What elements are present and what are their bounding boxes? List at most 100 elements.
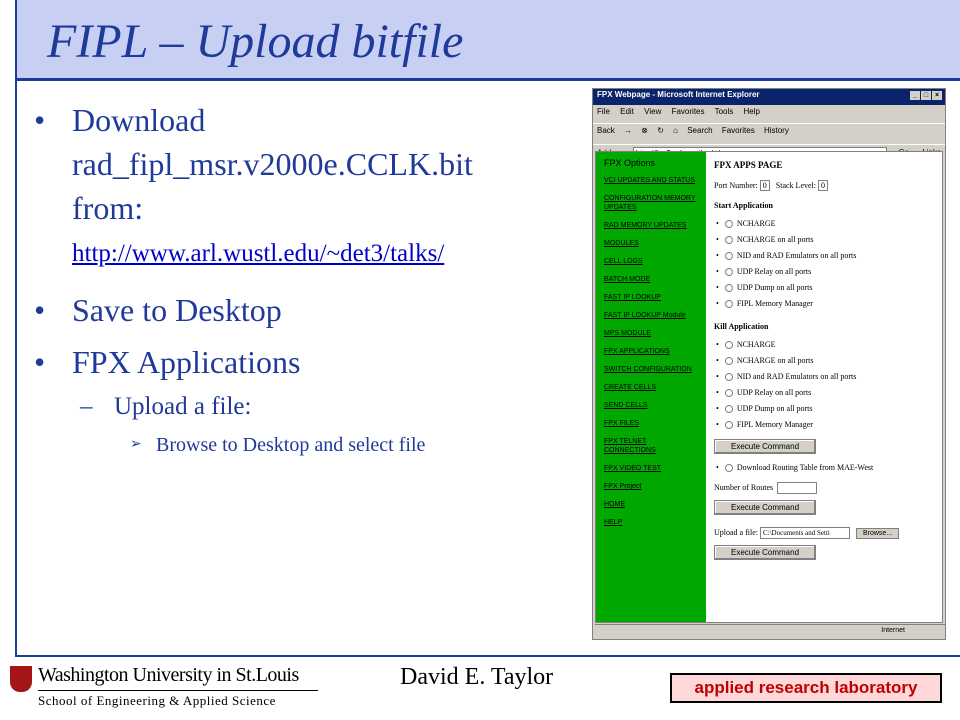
start-option-label: UDP Relay on all ports [736, 267, 812, 276]
nav-item-config-memory[interactable]: CONFIGURATION MEMORY UPDATES [596, 194, 706, 212]
radio-button[interactable] [724, 464, 733, 473]
kill-option[interactable]: • UDP Relay on all ports [714, 385, 942, 401]
nav-item-fpx-applications[interactable]: FPX APPLICATIONS [596, 347, 706, 356]
forward-button[interactable]: → [624, 126, 632, 135]
execute-command-button[interactable]: Execute Command [714, 545, 817, 560]
refresh-icon[interactable]: ↻ [657, 126, 664, 135]
start-option[interactable]: • FIPL Memory Manager [714, 296, 942, 312]
slide-title: FIPL – Upload bitfile [47, 15, 464, 68]
browser-window-title: FPX Webpage - Microsoft Internet Explore… [597, 90, 760, 99]
bullet-dot: • [34, 102, 46, 138]
start-option[interactable]: • NCHARGE on all ports [714, 232, 942, 248]
start-option-label: UDP Dump on all ports [736, 283, 813, 292]
nav-item-modules[interactable]: MODULES [596, 239, 706, 248]
port-label: Port Number: [714, 181, 758, 190]
menu-favorites[interactable]: Favorites [672, 107, 705, 116]
slide-frame-bottom [15, 655, 960, 657]
university-shield-icon [10, 666, 32, 692]
radio-button[interactable] [724, 405, 733, 414]
nav-item-batch-mode[interactable]: BATCH MODE [596, 275, 706, 284]
stop-icon[interactable]: ⊗ [641, 126, 648, 135]
browser-content: FPX Options VCI UPDATES AND STATUS CONFI… [595, 151, 943, 623]
nav-item-vci-updates[interactable]: VCI UPDATES AND STATUS [596, 176, 706, 185]
menu-tools[interactable]: Tools [715, 107, 734, 116]
bullet-list: • Download rad_fipl_msr.v2000e.CCLK.bit … [30, 98, 585, 460]
logo-divider [38, 690, 318, 691]
nav-item-fpx-files[interactable]: FPX FILES [596, 419, 706, 428]
menu-help[interactable]: Help [744, 107, 760, 116]
radio-button[interactable] [724, 268, 733, 277]
bullet-download-line1: Download [72, 102, 206, 138]
kill-option[interactable]: • NID and RAD Emulators on all ports [714, 369, 942, 385]
nav-item-fast-ip-lookup-module[interactable]: FAST IP LOOKUP Module [596, 311, 706, 320]
page-heading: FPX APPS PAGE [714, 160, 783, 170]
radio-button[interactable] [724, 252, 733, 261]
browser-statusbar: Internet [595, 624, 945, 637]
nav-item-create-cells[interactable]: CREATE CELLS [596, 383, 706, 392]
browse-button[interactable]: Browse... [855, 527, 900, 539]
nav-item-cell-logs[interactable]: CELL LOGS [596, 257, 706, 266]
start-option[interactable]: • UDP Relay on all ports [714, 264, 942, 280]
port-select[interactable]: 0 [759, 180, 770, 191]
menu-file[interactable]: File [597, 107, 610, 116]
radio-button[interactable] [724, 389, 733, 398]
home-icon[interactable]: ⌂ [673, 126, 678, 135]
bullet-fpx-text: FPX Applications [72, 344, 301, 380]
search-button[interactable]: Search [687, 126, 712, 135]
radio-button[interactable] [724, 373, 733, 382]
nav-item-send-cells[interactable]: SEND CELLS [596, 401, 706, 410]
university-logo: Washington University in St.Louis School… [10, 664, 322, 712]
favorites-button[interactable]: Favorites [722, 126, 755, 135]
back-button[interactable]: Back [597, 126, 615, 135]
nav-item-fast-ip-lookup[interactable]: FAST IP LOOKUP [596, 293, 706, 302]
menu-edit[interactable]: Edit [620, 107, 634, 116]
routes-input[interactable] [777, 482, 818, 494]
sub-bullet-upload-text: Upload a file: [114, 393, 252, 420]
radio-button[interactable] [724, 300, 733, 309]
start-option[interactable]: • UDP Dump on all ports [714, 280, 942, 296]
radio-button[interactable] [724, 220, 733, 229]
kill-option[interactable]: • NCHARGE on all ports [714, 353, 942, 369]
routes-label: Number of Routes [714, 482, 774, 492]
fpx-apps-main: FPX APPS PAGE Port Number: 0 Stack Level… [714, 152, 942, 622]
slide-frame-left [15, 0, 17, 657]
upload-file-input[interactable]: C:\Documents and Setti [759, 527, 850, 539]
minimize-icon[interactable]: _ [910, 91, 920, 100]
nav-item-home[interactable]: HOME [596, 500, 706, 509]
kill-option-label: NID and RAD Emulators on all ports [736, 372, 857, 381]
stack-select[interactable]: 0 [818, 180, 828, 191]
browser-titlebar: FPX Webpage - Microsoft Internet Explore… [593, 89, 945, 105]
university-name: Washington University in St.Louis [38, 664, 299, 686]
nav-item-switch-config[interactable]: SWITCH CONFIGURATION [596, 365, 706, 374]
routing-option[interactable]: • Download Routing Table from MAE-West [714, 460, 942, 476]
kill-option[interactable]: • FIPL Memory Manager [714, 417, 942, 433]
school-name: School of Engineering & Applied Science [38, 693, 276, 708]
talks-link[interactable]: http://www.arl.wustl.edu/~det3/talks/ [30, 240, 585, 268]
radio-button[interactable] [724, 341, 733, 350]
close-icon[interactable]: × [932, 91, 942, 100]
stack-label: Stack Level: [775, 181, 816, 190]
nav-item-video-test[interactable]: FPX VIDEO TEST [596, 464, 706, 473]
execute-command-button[interactable]: Execute Command [714, 439, 817, 454]
nav-item-fpx-project[interactable]: FPX Project [596, 482, 706, 491]
bullet-download-line3: from: [72, 190, 144, 226]
title-band: FIPL – Upload bitfile [17, 0, 960, 81]
radio-button[interactable] [724, 284, 733, 293]
history-button[interactable]: History [764, 126, 789, 135]
nav-item-mps-module[interactable]: MPS MODULE [596, 329, 706, 338]
kill-option[interactable]: • UDP Dump on all ports [714, 401, 942, 417]
kill-option[interactable]: • NCHARGE [714, 337, 942, 353]
menu-view[interactable]: View [644, 107, 661, 116]
nav-item-help[interactable]: HELP [596, 518, 706, 527]
start-option[interactable]: • NCHARGE [714, 216, 942, 232]
maximize-icon[interactable]: □ [921, 91, 931, 100]
window-controls: _ □ × [909, 90, 942, 100]
nav-item-telnet[interactable]: FPX TELNET CONNECTIONS [596, 437, 706, 455]
radio-button[interactable] [724, 357, 733, 366]
execute-command-button[interactable]: Execute Command [714, 500, 817, 515]
author-name: David E. Taylor [400, 664, 554, 690]
start-option[interactable]: • NID and RAD Emulators on all ports [714, 248, 942, 264]
radio-button[interactable] [724, 236, 733, 245]
radio-button[interactable] [724, 421, 733, 430]
nav-item-rad-memory[interactable]: RAD MEMORY UPDATES [596, 221, 706, 230]
